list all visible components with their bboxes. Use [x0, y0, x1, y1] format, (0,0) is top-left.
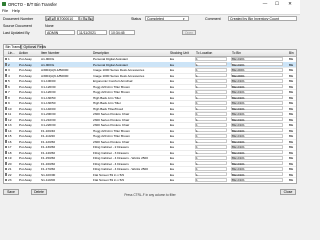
row-select-checkbox[interactable]	[4, 85, 8, 88]
bin-transfer-grid[interactable]: Lin... Action Item Number Description St…	[3, 49, 297, 184]
row-select-checkbox[interactable]	[4, 156, 8, 160]
col-header-stocking-unit[interactable]: Stocking Unit	[170, 51, 189, 55]
col-header-action[interactable]: Action	[19, 51, 28, 55]
document-number-field[interactable]: BT000010	[55, 16, 79, 21]
last-updated-date-field: 11/11/2021	[77, 30, 107, 35]
row-select-checkbox[interactable]	[4, 101, 8, 105]
row-select-checkbox[interactable]	[4, 90, 8, 94]
col-header-to-location[interactable]: To Location	[196, 51, 212, 55]
row-select-checkbox[interactable]	[4, 151, 8, 154]
last-updated-label: Last Updated By	[3, 31, 30, 35]
col-header-description[interactable]: Description	[93, 51, 109, 55]
row-select-checkbox[interactable]	[4, 79, 8, 83]
cell-bin: BE	[289, 178, 294, 183]
cell-line: 23	[8, 178, 12, 183]
cell-to-bin: BE10101	[232, 178, 245, 183]
close-window-icon[interactable]: ✕	[285, 1, 295, 7]
row-select-checkbox[interactable]	[4, 112, 8, 116]
menu-help[interactable]: Help	[12, 9, 20, 13]
document-number-label: Document Number	[3, 17, 34, 21]
row-select-checkbox[interactable]	[4, 178, 8, 182]
cell-description: Flat Screen 59 in x 5/9	[93, 178, 124, 183]
comment-label: Comment	[205, 17, 221, 21]
col-header-line[interactable]: Lin...	[8, 51, 15, 55]
maximize-icon[interactable]: ☐	[272, 1, 282, 7]
row-select-checkbox[interactable]	[4, 167, 8, 171]
delete-button[interactable]: Delete	[31, 189, 47, 195]
source-document-label: Source Document	[3, 24, 32, 28]
row-select-checkbox[interactable]	[4, 63, 8, 66]
row-select-checkbox[interactable]	[4, 118, 8, 121]
minimize-icon[interactable]: —	[260, 1, 270, 7]
row-select-checkbox[interactable]	[4, 107, 8, 110]
col-header-bin[interactable]: Bin	[289, 51, 294, 55]
row-select-checkbox[interactable]	[4, 162, 8, 165]
cell-to-location: 1	[196, 178, 198, 183]
source-none-label: None	[45, 24, 54, 28]
cell-action: Put Away	[19, 178, 32, 183]
last-updated-time-field: 10:34:45	[109, 30, 135, 35]
window-title: ORCTO - B/T Bin Transfer	[8, 2, 57, 7]
title-bar: ORCTO - B/T Bin Transfer — ☐ ✕	[0, 0, 300, 8]
close-button[interactable]: Close	[280, 189, 296, 195]
cell-item-number: S1-110/00	[41, 178, 56, 183]
row-select-checkbox[interactable]	[4, 129, 8, 132]
row-select-checkbox[interactable]	[4, 173, 8, 176]
cell-stocking-unit: Ea	[170, 178, 174, 183]
menu-file[interactable]: File	[2, 9, 8, 13]
row-select-checkbox[interactable]	[4, 57, 8, 61]
save-button[interactable]: Save	[3, 189, 19, 195]
last-record-button[interactable]: ▸|	[89, 16, 94, 21]
status-bar-text: Press CTRL-F in any column to filter	[124, 193, 176, 197]
table-row[interactable]: 23 Put Away S1-110/00 Flat Screen 59 in x 5…	[4, 177, 296, 183]
bin-transfer-window: ORCTO - B/T Bin Transfer — ☐ ✕ File Help…	[0, 0, 300, 200]
col-header-to-bin[interactable]: To Bin	[232, 51, 241, 55]
row-select-checkbox[interactable]	[4, 68, 8, 72]
row-select-checkbox[interactable]	[4, 96, 8, 99]
row-select-checkbox[interactable]	[4, 140, 8, 143]
status-label: Status	[131, 17, 142, 21]
col-header-item-number[interactable]: Item Number	[41, 51, 59, 55]
footer-bar: Save Delete Press CTRL-F in any column t…	[0, 186, 300, 200]
comment-field[interactable]: Created by Bin Inventory Count	[228, 16, 297, 21]
row-select-checkbox[interactable]	[4, 145, 8, 149]
row-select-checkbox[interactable]	[4, 123, 8, 127]
chevron-down-icon: ▾	[183, 16, 185, 21]
app-icon	[2, 2, 6, 6]
status-select-value: Completed	[147, 17, 164, 21]
row-select-checkbox[interactable]	[4, 74, 8, 77]
open-button[interactable]: Open	[182, 30, 196, 35]
menu-bar: File Help	[0, 8, 300, 15]
row-select-checkbox[interactable]	[4, 134, 8, 138]
last-updated-user-field: ADMIN	[45, 30, 75, 35]
